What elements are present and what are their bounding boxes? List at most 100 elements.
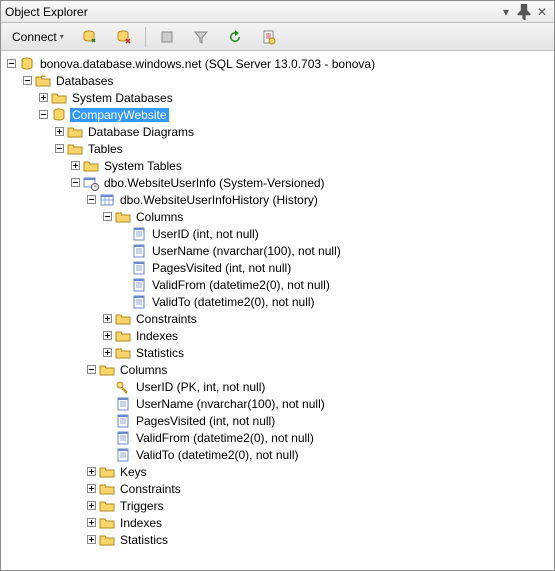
system-databases-node[interactable]: System Databases — [3, 89, 554, 106]
script-icon[interactable] — [254, 26, 284, 48]
diagrams-label: Database Diagrams — [86, 125, 196, 139]
expander-icon[interactable] — [35, 107, 51, 123]
folder-icon — [67, 124, 83, 140]
tree-view[interactable]: bonova.database.windows.net (SQL Server … — [1, 51, 554, 570]
column-label: ValidTo (datetime2(0), not null) — [134, 448, 301, 462]
close-icon[interactable]: ✕ — [534, 5, 550, 19]
folder-icon — [115, 328, 131, 344]
expander-icon[interactable] — [99, 209, 115, 225]
connect-button[interactable]: Connect — [5, 26, 71, 48]
table-icon — [99, 192, 115, 208]
stop-icon[interactable] — [152, 26, 182, 48]
column-label: ValidTo (datetime2(0), not null) — [150, 295, 317, 309]
column-label: UserID (int, not null) — [150, 227, 261, 241]
expander-icon[interactable] — [99, 328, 115, 344]
indexes-node[interactable]: Indexes — [3, 327, 554, 344]
column-node[interactable]: ValidTo (datetime2(0), not null) — [3, 446, 554, 463]
folder-icon — [99, 481, 115, 497]
constraints-label: Constraints — [134, 312, 199, 326]
indexes-label: Indexes — [134, 329, 180, 343]
table-label: dbo.WebsiteUserInfo (System-Versioned) — [102, 176, 327, 190]
column-node[interactable]: ValidFrom (datetime2(0), not null) — [3, 276, 554, 293]
panel-titlebar: Object Explorer ▾ ✕ — [1, 1, 554, 23]
expander-icon[interactable] — [83, 362, 99, 378]
expander-icon[interactable] — [35, 90, 51, 106]
system-tables-label: System Tables — [102, 159, 184, 173]
dropdown-icon[interactable]: ▾ — [498, 5, 514, 19]
folder-icon — [67, 141, 83, 157]
database-node-company[interactable]: CompanyWebsite — [3, 106, 554, 123]
databases-label: Databases — [54, 74, 115, 88]
column-node[interactable]: ValidTo (datetime2(0), not null) — [3, 293, 554, 310]
column-node[interactable]: UserName (nvarchar(100), not null) — [3, 395, 554, 412]
toolbar-separator — [145, 27, 146, 47]
folder-icon — [51, 90, 67, 106]
server-node[interactable]: bonova.database.windows.net (SQL Server … — [3, 55, 554, 72]
key-icon — [115, 379, 131, 395]
column-label: ValidFrom (datetime2(0), not null) — [134, 431, 316, 445]
keys-node[interactable]: Keys — [3, 463, 554, 480]
pin-icon[interactable] — [516, 5, 532, 19]
expander-icon[interactable] — [3, 56, 19, 72]
columns-node-history[interactable]: Columns — [3, 208, 554, 225]
statistics-node[interactable]: Statistics — [3, 531, 554, 548]
column-icon — [131, 260, 147, 276]
disconnect-db-icon[interactable] — [109, 26, 139, 48]
expander-icon[interactable] — [51, 124, 67, 140]
expander-icon[interactable] — [99, 345, 115, 361]
expander-icon[interactable] — [83, 481, 99, 497]
expander-icon[interactable] — [83, 192, 99, 208]
columns-node-main[interactable]: Columns — [3, 361, 554, 378]
column-icon — [131, 226, 147, 242]
column-node[interactable]: UserID (int, not null) — [3, 225, 554, 242]
tables-label: Tables — [86, 142, 125, 156]
databases-node[interactable]: Databases — [3, 72, 554, 89]
column-icon — [115, 396, 131, 412]
expander-icon[interactable] — [83, 498, 99, 514]
column-node[interactable]: PagesVisited (int, not null) — [3, 259, 554, 276]
folder-icon — [115, 345, 131, 361]
expander-icon[interactable] — [99, 311, 115, 327]
folder-icon — [99, 515, 115, 531]
indexes-node[interactable]: Indexes — [3, 514, 554, 531]
expander-icon[interactable] — [19, 73, 35, 89]
folder-icon — [115, 209, 131, 225]
expander-icon[interactable] — [83, 515, 99, 531]
folder-icon — [99, 532, 115, 548]
expander-icon[interactable] — [83, 464, 99, 480]
expander-icon[interactable] — [67, 158, 83, 174]
expander-icon[interactable] — [83, 532, 99, 548]
column-label: UserName (nvarchar(100), not null) — [150, 244, 343, 258]
column-node[interactable]: UserName (nvarchar(100), not null) — [3, 242, 554, 259]
database-icon — [51, 107, 67, 123]
connect-label: Connect — [12, 30, 57, 44]
refresh-icon[interactable] — [220, 26, 250, 48]
column-icon — [131, 294, 147, 310]
system-tables-node[interactable]: System Tables — [3, 157, 554, 174]
statistics-node[interactable]: Statistics — [3, 344, 554, 361]
column-node[interactable]: PagesVisited (int, not null) — [3, 412, 554, 429]
connect-db-icon[interactable] — [75, 26, 105, 48]
column-node-pk[interactable]: UserID (PK, int, not null) — [3, 378, 554, 395]
constraints-node[interactable]: Constraints — [3, 310, 554, 327]
history-label: dbo.WebsiteUserInfoHistory (History) — [118, 193, 320, 207]
column-label: UserID (PK, int, not null) — [134, 380, 267, 394]
triggers-node[interactable]: Triggers — [3, 497, 554, 514]
column-icon — [131, 277, 147, 293]
statistics-label: Statistics — [134, 346, 186, 360]
database-label: CompanyWebsite — [70, 108, 169, 122]
folder-icon — [99, 464, 115, 480]
columns-label: Columns — [118, 363, 169, 377]
column-node[interactable]: ValidFrom (datetime2(0), not null) — [3, 429, 554, 446]
column-icon — [115, 430, 131, 446]
table-node-history[interactable]: dbo.WebsiteUserInfoHistory (History) — [3, 191, 554, 208]
table-node-userinfo[interactable]: dbo.WebsiteUserInfo (System-Versioned) — [3, 174, 554, 191]
statistics-label: Statistics — [118, 533, 170, 547]
diagrams-node[interactable]: Database Diagrams — [3, 123, 554, 140]
constraints-node[interactable]: Constraints — [3, 480, 554, 497]
expander-icon[interactable] — [67, 175, 83, 191]
expander-icon[interactable] — [51, 141, 67, 157]
tables-node[interactable]: Tables — [3, 140, 554, 157]
filter-icon[interactable] — [186, 26, 216, 48]
column-icon — [115, 413, 131, 429]
